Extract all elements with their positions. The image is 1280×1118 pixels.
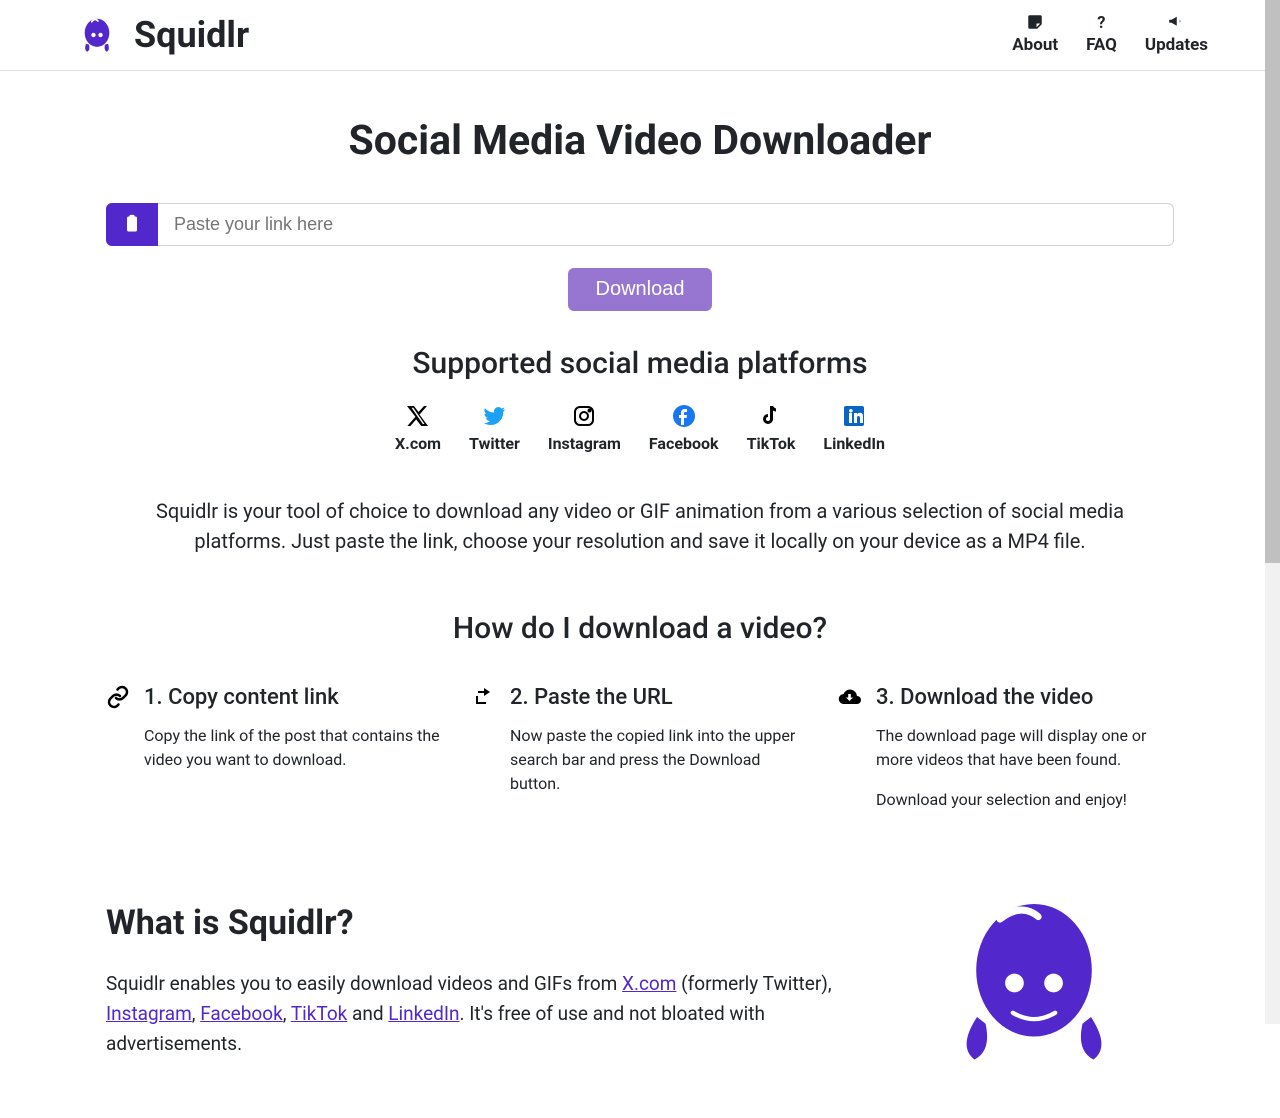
- scrollbar[interactable]: [1265, 0, 1280, 1024]
- steps-row: 1. Copy content link Copy the link of th…: [106, 681, 1174, 828]
- main-content: Social Media Video Downloader Download S…: [106, 71, 1174, 1118]
- scrollbar-thumb[interactable]: [1265, 0, 1280, 563]
- platforms-title: Supported social media platforms: [106, 341, 1174, 386]
- x-icon: [406, 404, 430, 428]
- step-2: 2. Paste the URL Now paste the copied li…: [472, 681, 808, 828]
- platform-tiktok[interactable]: TikTok: [747, 404, 796, 456]
- url-input-group: [106, 203, 1174, 246]
- question-icon: ?: [1090, 11, 1112, 33]
- clipboard-icon: [122, 213, 142, 235]
- step-3: 3. Download the video The download page …: [838, 681, 1174, 828]
- step-2-text: Now paste the copied link into the upper…: [510, 724, 808, 796]
- squid-logo-icon: [72, 13, 122, 57]
- paste-button[interactable]: [106, 203, 158, 246]
- header: Squidlr About ? FAQ Updates: [0, 0, 1280, 71]
- link-tiktok[interactable]: TikTok: [291, 1002, 347, 1025]
- what-title: What is Squidlr?: [106, 898, 834, 949]
- linkedin-icon: [842, 404, 866, 428]
- svg-text:?: ?: [1098, 14, 1106, 31]
- link-linkedin[interactable]: LinkedIn: [388, 1002, 459, 1025]
- what-section: What is Squidlr? Squidlr enables you to …: [106, 898, 1174, 1068]
- link-xcom[interactable]: X.com: [622, 972, 676, 995]
- nav-links: About ? FAQ Updates: [1012, 11, 1208, 59]
- platforms-list: X.com Twitter Instagram Facebook TikTok: [106, 404, 1174, 456]
- page-title: Social Media Video Downloader: [106, 111, 1174, 173]
- nav-faq[interactable]: ? FAQ: [1086, 11, 1117, 59]
- platform-x[interactable]: X.com: [395, 404, 441, 456]
- nav-updates[interactable]: Updates: [1145, 11, 1208, 59]
- platform-facebook[interactable]: Facebook: [649, 404, 719, 456]
- sticky-note-icon: [1024, 11, 1046, 33]
- instagram-icon: [572, 404, 596, 428]
- twitter-icon: [482, 404, 506, 428]
- link-instagram[interactable]: Instagram: [106, 1002, 192, 1025]
- share-icon: [472, 685, 496, 709]
- step-3-title: 3. Download the video: [876, 681, 1174, 714]
- step-1-text: Copy the link of the post that contains …: [144, 724, 442, 772]
- step-3-text1: The download page will display one or mo…: [876, 724, 1174, 772]
- url-input[interactable]: [158, 203, 1174, 246]
- platform-instagram[interactable]: Instagram: [548, 404, 621, 456]
- platform-linkedin[interactable]: LinkedIn: [823, 404, 885, 456]
- squid-illustration: [894, 898, 1174, 1068]
- nav-about[interactable]: About: [1012, 11, 1058, 59]
- download-button[interactable]: Download: [568, 268, 713, 311]
- brand-name: Squidlr: [134, 8, 249, 62]
- step-1-title: 1. Copy content link: [144, 681, 442, 714]
- description-text: Squidlr is your tool of choice to downlo…: [106, 496, 1174, 556]
- cloud-download-icon: [838, 685, 862, 709]
- howto-title: How do I download a video?: [106, 606, 1174, 651]
- platform-twitter[interactable]: Twitter: [469, 404, 520, 456]
- tiktok-icon: [759, 404, 783, 428]
- brand[interactable]: Squidlr: [72, 8, 249, 62]
- step-1: 1. Copy content link Copy the link of th…: [106, 681, 442, 828]
- what-paragraph: Squidlr enables you to easily download v…: [106, 969, 834, 1060]
- bullhorn-icon: [1165, 11, 1187, 33]
- link-facebook[interactable]: Facebook: [200, 1002, 283, 1025]
- link-icon: [106, 685, 130, 709]
- facebook-icon: [672, 404, 696, 428]
- step-2-title: 2. Paste the URL: [510, 681, 808, 714]
- step-3-text2: Download your selection and enjoy!: [876, 788, 1174, 812]
